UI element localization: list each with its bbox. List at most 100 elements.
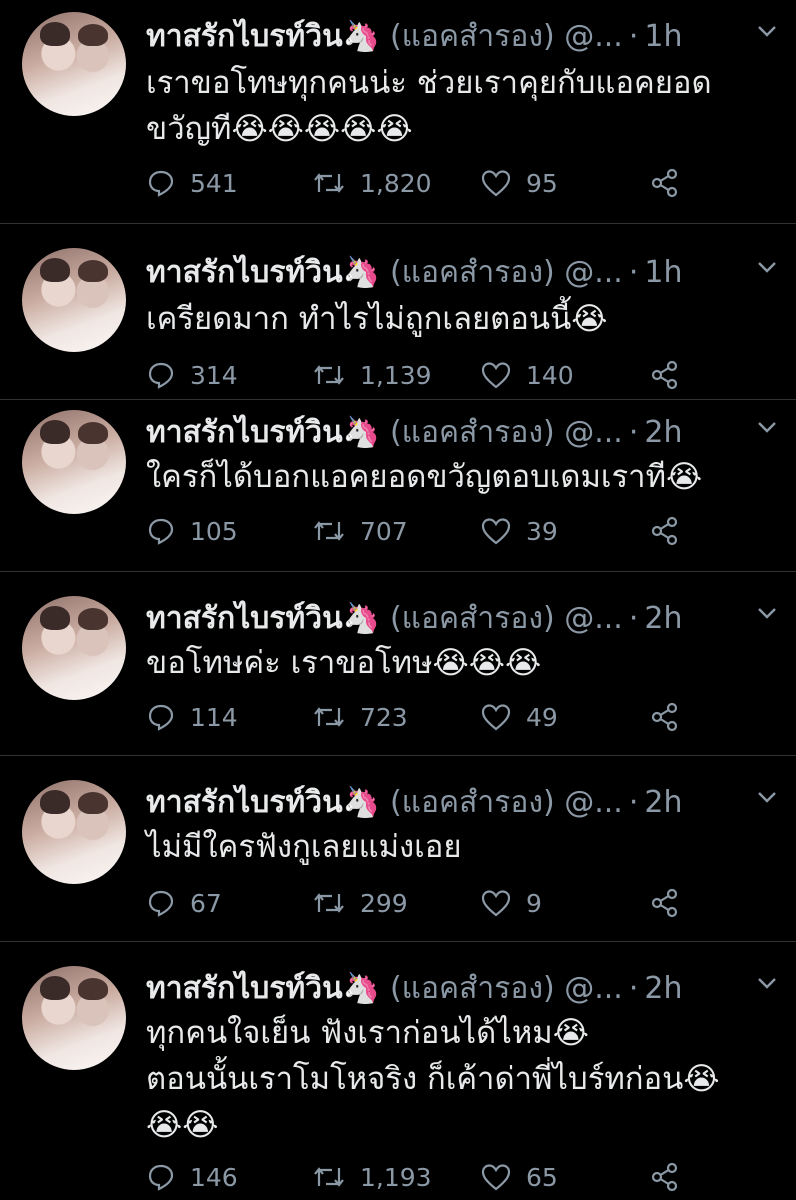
share-button[interactable] bbox=[650, 168, 694, 198]
share-button[interactable] bbox=[650, 888, 694, 918]
like-button[interactable]: 95 bbox=[480, 168, 558, 198]
tweet-header: ทาสรักไบรท์วิน🦄 (แอคสำรอง) @... · 1h bbox=[146, 14, 778, 58]
reply-button[interactable]: 67 bbox=[146, 888, 222, 918]
like-button[interactable]: 9 bbox=[480, 888, 542, 918]
avatar[interactable] bbox=[22, 12, 126, 116]
share-icon bbox=[651, 1162, 678, 1192]
heart-icon bbox=[481, 362, 511, 389]
avatar[interactable] bbox=[22, 966, 126, 1070]
reply-count: 114 bbox=[190, 702, 238, 732]
tweet[interactable]: ทาสรักไบรท์วิน🦄 (แอคสำรอง) @... · 1h เรา… bbox=[0, 0, 796, 224]
retweet-count: 1,139 bbox=[360, 360, 432, 390]
tweet[interactable]: ทาสรักไบรท์วิน🦄 (แอคสำรอง) @... · 1h เคร… bbox=[0, 224, 796, 400]
chevron-down-icon[interactable] bbox=[756, 602, 778, 624]
retweet-button[interactable]: 1,193 bbox=[312, 1162, 432, 1192]
like-count: 65 bbox=[526, 1162, 558, 1192]
avatar[interactable] bbox=[22, 596, 126, 700]
reply-icon bbox=[148, 362, 174, 389]
timestamp[interactable]: 2h bbox=[644, 415, 682, 450]
tweet-text-line: ตอนนั้นเราโมโหจริง ก็เค้าด่าพี่ไบร์ทก่อน… bbox=[146, 1061, 720, 1097]
action-bar: 114 723 49 bbox=[146, 702, 776, 738]
reply-button[interactable]: 146 bbox=[146, 1162, 238, 1192]
tweet[interactable]: ทาสรักไบรท์วิน🦄 (แอคสำรอง) @... · 2h ขอโ… bbox=[0, 572, 796, 756]
reply-count: 541 bbox=[190, 168, 238, 198]
like-button[interactable]: 140 bbox=[480, 360, 574, 390]
separator-dot: · bbox=[628, 254, 639, 290]
avatar[interactable] bbox=[22, 410, 126, 514]
reply-button[interactable]: 314 bbox=[146, 360, 238, 390]
tweet[interactable]: ทาสรักไบรท์วิน🦄 (แอคสำรอง) @... · 2h ไม่… bbox=[0, 756, 796, 942]
tweet-text-line: ใครก็ได้บอกแอคยอดขวัญตอบเดมเราที😭 bbox=[146, 459, 703, 495]
reply-count: 105 bbox=[190, 516, 238, 546]
username[interactable]: (แอคสำรอง) @... bbox=[390, 13, 623, 60]
reply-count: 67 bbox=[190, 888, 222, 918]
separator-dot: · bbox=[628, 600, 639, 636]
display-name[interactable]: ทาสรักไบรท์วิน🦄 bbox=[146, 13, 380, 60]
separator-dot: · bbox=[628, 18, 639, 54]
like-button[interactable]: 49 bbox=[480, 702, 558, 732]
like-count: 49 bbox=[526, 702, 558, 732]
display-name[interactable]: ทาสรักไบรท์วิน🦄 bbox=[146, 409, 380, 456]
retweet-icon bbox=[314, 365, 344, 385]
heart-icon bbox=[481, 890, 511, 917]
share-button[interactable] bbox=[650, 702, 694, 732]
heart-icon bbox=[481, 704, 511, 731]
retweet-button[interactable]: 1,820 bbox=[312, 168, 432, 198]
like-button[interactable]: 39 bbox=[480, 516, 558, 546]
tweet[interactable]: ทาสรักไบรท์วิน🦄 (แอคสำรอง) @... · 2h ทุก… bbox=[0, 942, 796, 1200]
username[interactable]: (แอคสำรอง) @... bbox=[390, 779, 623, 826]
reply-button[interactable]: 105 bbox=[146, 516, 238, 546]
chevron-down-icon[interactable] bbox=[756, 972, 778, 994]
retweet-button[interactable]: 707 bbox=[312, 516, 408, 546]
tweet-text-line: ไม่มีใครฟังกูเลยแม่งเอย bbox=[146, 829, 462, 865]
reply-button[interactable]: 114 bbox=[146, 702, 238, 732]
retweet-button[interactable]: 723 bbox=[312, 702, 408, 732]
like-count: 140 bbox=[526, 360, 574, 390]
username[interactable]: (แอคสำรอง) @... bbox=[390, 249, 623, 296]
reply-count: 314 bbox=[190, 360, 238, 390]
timestamp[interactable]: 1h bbox=[644, 255, 682, 290]
like-count: 95 bbox=[526, 168, 558, 198]
share-button[interactable] bbox=[650, 360, 694, 390]
timestamp[interactable]: 2h bbox=[644, 971, 682, 1006]
avatar[interactable] bbox=[22, 248, 126, 352]
tweet-text-line: 😭😭 bbox=[146, 1107, 219, 1143]
display-name[interactable]: ทาสรักไบรท์วิน🦄 bbox=[146, 779, 380, 826]
retweet-button[interactable]: 299 bbox=[312, 888, 408, 918]
tweet-text: ใครก็ได้บอกแอคยอดขวัญตอบเดมเราที😭 bbox=[146, 454, 776, 500]
like-button[interactable]: 65 bbox=[480, 1162, 558, 1192]
timestamp[interactable]: 2h bbox=[644, 601, 682, 636]
username[interactable]: (แอคสำรอง) @... bbox=[390, 409, 623, 456]
tweet-text: เครียดมาก ทำไรไม่ถูกเลยตอนนี้😭 bbox=[146, 296, 776, 342]
chevron-down-icon[interactable] bbox=[756, 256, 778, 278]
tweet[interactable]: ทาสรักไบรท์วิน🦄 (แอคสำรอง) @... · 2h ใคร… bbox=[0, 400, 796, 572]
tweet-text: เราขอโทษทุกคนน่ะ ช่วยเราคุยกับแอคยอด ขวั… bbox=[146, 60, 776, 152]
display-name[interactable]: ทาสรักไบรท์วิน🦄 bbox=[146, 595, 380, 642]
share-button[interactable] bbox=[650, 516, 694, 546]
chevron-down-icon[interactable] bbox=[756, 786, 778, 808]
tweet-text-line: เครียดมาก ทำไรไม่ถูกเลยตอนนี้😭 bbox=[146, 301, 608, 337]
username[interactable]: (แอคสำรอง) @... bbox=[390, 595, 623, 642]
share-button[interactable] bbox=[650, 1162, 694, 1192]
tweet-text-line: ทุกคนใจเย็น ฟังเราก่อนได้ไหม😭 bbox=[146, 1015, 589, 1051]
reply-icon bbox=[148, 890, 174, 917]
reply-button[interactable]: 541 bbox=[146, 168, 238, 198]
separator-dot: · bbox=[628, 784, 639, 820]
heart-icon bbox=[481, 518, 511, 545]
timestamp[interactable]: 1h bbox=[644, 19, 682, 54]
timestamp[interactable]: 2h bbox=[644, 785, 682, 820]
username[interactable]: (แอคสำรอง) @... bbox=[390, 965, 623, 1012]
tweet-header: ทาสรักไบรท์วิน🦄 (แอคสำรอง) @... · 2h bbox=[146, 966, 778, 1010]
retweet-button[interactable]: 1,139 bbox=[312, 360, 432, 390]
display-name[interactable]: ทาสรักไบรท์วิน🦄 bbox=[146, 249, 380, 296]
chevron-down-icon[interactable] bbox=[756, 20, 778, 42]
share-icon bbox=[651, 516, 678, 546]
retweet-icon bbox=[314, 173, 344, 193]
reply-icon bbox=[148, 704, 174, 731]
tweet-header: ทาสรักไบรท์วิน🦄 (แอคสำรอง) @... · 2h bbox=[146, 410, 778, 454]
retweet-icon bbox=[314, 707, 344, 727]
retweet-count: 1,193 bbox=[360, 1162, 432, 1192]
avatar[interactable] bbox=[22, 780, 126, 884]
display-name[interactable]: ทาสรักไบรท์วิน🦄 bbox=[146, 965, 380, 1012]
chevron-down-icon[interactable] bbox=[756, 416, 778, 438]
